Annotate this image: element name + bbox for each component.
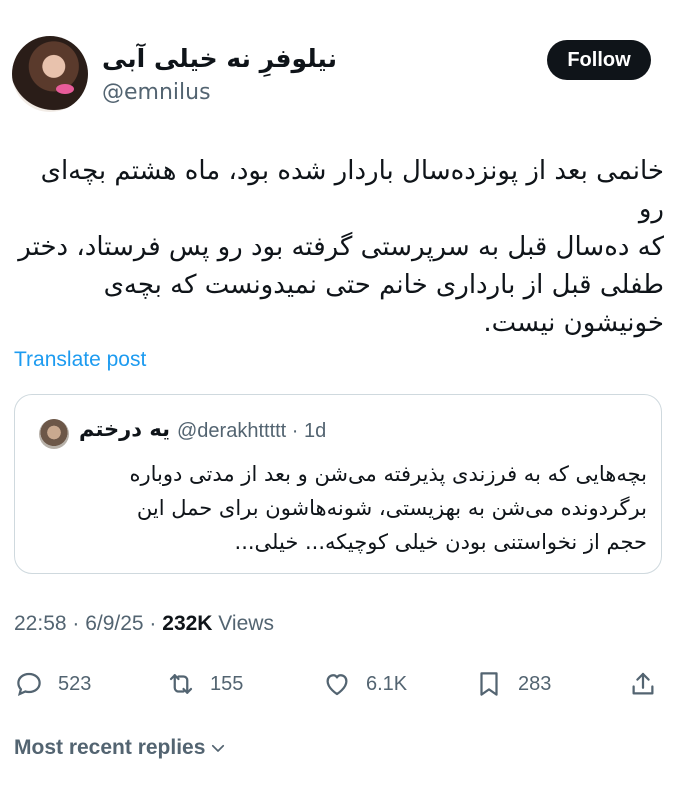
like-count: 6.1K xyxy=(366,672,408,695)
tweet-text-line: خونیشون نیست. xyxy=(483,308,664,338)
recent-replies-label: Most recent replies xyxy=(14,736,206,759)
follow-button[interactable]: Follow xyxy=(547,40,651,80)
share-icon xyxy=(632,672,654,695)
tweet-text: خانمی بعد از پونزده‌سال باردار شده بود، … xyxy=(14,152,664,342)
bookmark-count: 283 xyxy=(518,672,552,695)
quoted-text-line: حجم از نخواستنی بودن خیلی کوچیکه... خیلی… xyxy=(234,530,647,554)
quoted-author-meta: @derakhttttt · 1d xyxy=(177,420,327,442)
timestamp-row: 22:58 · 6/9/25 · 232K Views xyxy=(14,612,274,636)
views-label: Views xyxy=(212,612,274,635)
bookmark-button[interactable]: 283 xyxy=(474,664,551,704)
chevron-down-icon xyxy=(212,744,225,752)
quoted-author-name: یه درختم xyxy=(79,417,170,441)
quoted-tweet-text: بچه‌هایی که به فرزندی پذیرفته می‌شن و بع… xyxy=(31,457,647,559)
repost-button[interactable]: 155 xyxy=(166,664,243,704)
bookmark-icon xyxy=(480,672,498,696)
repost-icon xyxy=(169,674,193,694)
reply-button[interactable]: 523 xyxy=(14,664,91,704)
heart-icon xyxy=(326,674,348,696)
timestamp[interactable]: 22:58 · 6/9/25 · xyxy=(14,612,162,635)
share-button[interactable] xyxy=(628,664,672,704)
like-button[interactable]: 6.1K xyxy=(322,664,407,704)
repost-count: 155 xyxy=(210,672,244,695)
author-display-name[interactable]: نیلوفرِ نه خیلی آبی xyxy=(102,44,337,73)
reply-count: 523 xyxy=(58,672,92,695)
tweet-text-line: که ده‌سال قبل به سرپرستی گرفته بود رو پس… xyxy=(18,232,664,262)
quoted-text-line: برگردونده می‌شن به بهزیستی، شونه‌هاشون ب… xyxy=(136,496,647,520)
reply-icon xyxy=(17,672,41,696)
quoted-text-line: بچه‌هایی که به فرزندی پذیرفته می‌شن و بع… xyxy=(129,462,647,486)
views-count: 232K xyxy=(162,612,213,635)
quoted-tweet[interactable]: یه درختم @derakhttttt · 1d بچه‌هایی که ب… xyxy=(14,394,662,574)
tweet-text-line: طفلی قبل از بارداری خانم حتی نمیدونست که… xyxy=(103,270,664,300)
quoted-author-avatar xyxy=(39,419,69,449)
author-avatar[interactable] xyxy=(12,36,88,112)
tweet-text-line: خانمی بعد از پونزده‌سال باردار شده بود، … xyxy=(40,156,664,224)
author-handle[interactable]: @emnilus xyxy=(102,80,211,105)
most-recent-replies-dropdown[interactable]: Most recent replies xyxy=(14,736,227,760)
translate-post-link[interactable]: Translate post xyxy=(14,348,146,372)
tweet-header: نیلوفرِ نه خیلی آبی @emnilus Follow xyxy=(0,0,676,130)
